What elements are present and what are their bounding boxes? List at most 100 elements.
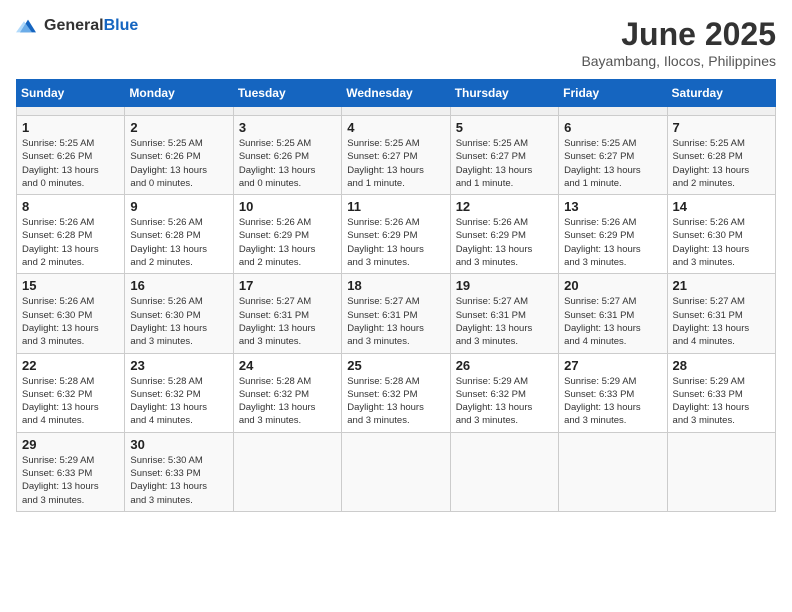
calendar-title: June 2025 [581, 16, 776, 53]
calendar-cell: 22Sunrise: 5:28 AM Sunset: 6:32 PM Dayli… [17, 353, 125, 432]
calendar-cell: 19Sunrise: 5:27 AM Sunset: 6:31 PM Dayli… [450, 274, 558, 353]
day-number: 29 [22, 437, 119, 452]
day-number: 13 [564, 199, 661, 214]
calendar-cell [450, 107, 558, 116]
calendar-cell: 14Sunrise: 5:26 AM Sunset: 6:30 PM Dayli… [667, 195, 775, 274]
calendar-cell [450, 432, 558, 511]
day-info: Sunrise: 5:26 AM Sunset: 6:28 PM Dayligh… [22, 216, 119, 269]
day-info: Sunrise: 5:29 AM Sunset: 6:33 PM Dayligh… [673, 375, 770, 428]
day-info: Sunrise: 5:25 AM Sunset: 6:26 PM Dayligh… [22, 137, 119, 190]
day-info: Sunrise: 5:27 AM Sunset: 6:31 PM Dayligh… [564, 295, 661, 348]
day-info: Sunrise: 5:25 AM Sunset: 6:27 PM Dayligh… [347, 137, 444, 190]
calendar-table: SundayMondayTuesdayWednesdayThursdayFrid… [16, 79, 776, 512]
calendar-cell: 23Sunrise: 5:28 AM Sunset: 6:32 PM Dayli… [125, 353, 233, 432]
day-info: Sunrise: 5:25 AM Sunset: 6:27 PM Dayligh… [456, 137, 553, 190]
calendar-body: 1 Sunrise: 5:25 AM Sunset: 6:26 PM Daylig… [17, 107, 776, 512]
calendar-cell [17, 107, 125, 116]
calendar-cell: 21Sunrise: 5:27 AM Sunset: 6:31 PM Dayli… [667, 274, 775, 353]
calendar-cell: 9 Sunrise: 5:26 AM Sunset: 6:28 PM Daylig… [125, 195, 233, 274]
day-info: Sunrise: 5:26 AM Sunset: 6:29 PM Dayligh… [347, 216, 444, 269]
day-number: 17 [239, 278, 336, 293]
header: GeneralBlue June 2025 Bayambang, Ilocos,… [16, 16, 776, 69]
day-number: 12 [456, 199, 553, 214]
day-info: Sunrise: 5:28 AM Sunset: 6:32 PM Dayligh… [239, 375, 336, 428]
calendar-cell: 27 Sunrise: 5:29 AM Sunset: 6:33 PM Dayli… [559, 353, 667, 432]
calendar-cell: 17 Sunrise: 5:27 AM Sunset: 6:31 PM Dayli… [233, 274, 341, 353]
calendar-cell: 15 Sunrise: 5:26 AM Sunset: 6:30 PM Dayli… [17, 274, 125, 353]
day-info: Sunrise: 5:26 AM Sunset: 6:29 PM Dayligh… [564, 216, 661, 269]
day-number: 10 [239, 199, 336, 214]
calendar-cell: 7 Sunrise: 5:25 AM Sunset: 6:28 PM Daylig… [667, 116, 775, 195]
day-info: Sunrise: 5:25 AM Sunset: 6:27 PM Dayligh… [564, 137, 661, 190]
weekday-header-saturday: Saturday [667, 80, 775, 107]
day-number: 7 [673, 120, 770, 135]
day-number: 14 [673, 199, 770, 214]
weekday-header-friday: Friday [559, 80, 667, 107]
weekday-header-tuesday: Tuesday [233, 80, 341, 107]
calendar-cell [342, 432, 450, 511]
calendar-cell [125, 107, 233, 116]
calendar-cell: 30Sunrise: 5:30 AM Sunset: 6:33 PM Dayli… [125, 432, 233, 511]
day-info: Sunrise: 5:25 AM Sunset: 6:28 PM Dayligh… [673, 137, 770, 190]
day-info: Sunrise: 5:26 AM Sunset: 6:28 PM Dayligh… [130, 216, 227, 269]
calendar-cell: 11 Sunrise: 5:26 AM Sunset: 6:29 PM Dayli… [342, 195, 450, 274]
calendar-week-3: 15 Sunrise: 5:26 AM Sunset: 6:30 PM Dayli… [17, 274, 776, 353]
day-number: 15 [22, 278, 119, 293]
logo: GeneralBlue [16, 16, 138, 36]
day-info: Sunrise: 5:25 AM Sunset: 6:26 PM Dayligh… [239, 137, 336, 190]
day-info: Sunrise: 5:27 AM Sunset: 6:31 PM Dayligh… [347, 295, 444, 348]
day-info: Sunrise: 5:27 AM Sunset: 6:31 PM Dayligh… [239, 295, 336, 348]
calendar-week-0 [17, 107, 776, 116]
calendar-cell: 20 Sunrise: 5:27 AM Sunset: 6:31 PM Dayli… [559, 274, 667, 353]
day-info: Sunrise: 5:27 AM Sunset: 6:31 PM Dayligh… [456, 295, 553, 348]
day-number: 23 [130, 358, 227, 373]
calendar-cell: 5 Sunrise: 5:25 AM Sunset: 6:27 PM Daylig… [450, 116, 558, 195]
day-number: 30 [130, 437, 227, 452]
calendar-cell: 13 Sunrise: 5:26 AM Sunset: 6:29 PM Dayli… [559, 195, 667, 274]
day-number: 5 [456, 120, 553, 135]
calendar-subtitle: Bayambang, Ilocos, Philippines [581, 53, 776, 69]
day-number: 6 [564, 120, 661, 135]
calendar-cell [559, 107, 667, 116]
calendar-cell [667, 107, 775, 116]
day-info: Sunrise: 5:26 AM Sunset: 6:29 PM Dayligh… [239, 216, 336, 269]
day-number: 26 [456, 358, 553, 373]
logo-blue: Blue [104, 17, 139, 34]
title-area: June 2025 Bayambang, Ilocos, Philippines [581, 16, 776, 69]
day-info: Sunrise: 5:26 AM Sunset: 6:30 PM Dayligh… [130, 295, 227, 348]
day-number: 1 [22, 120, 119, 135]
calendar-cell: 16Sunrise: 5:26 AM Sunset: 6:30 PM Dayli… [125, 274, 233, 353]
weekday-header-sunday: Sunday [17, 80, 125, 107]
weekday-header-thursday: Thursday [450, 80, 558, 107]
weekday-header-wednesday: Wednesday [342, 80, 450, 107]
day-number: 24 [239, 358, 336, 373]
calendar-cell: 2 Sunrise: 5:25 AM Sunset: 6:26 PM Daylig… [125, 116, 233, 195]
day-info: Sunrise: 5:29 AM Sunset: 6:33 PM Dayligh… [22, 454, 119, 507]
day-number: 11 [347, 199, 444, 214]
weekday-header-monday: Monday [125, 80, 233, 107]
calendar-cell: 25Sunrise: 5:28 AM Sunset: 6:32 PM Dayli… [342, 353, 450, 432]
calendar-cell: 18Sunrise: 5:27 AM Sunset: 6:31 PM Dayli… [342, 274, 450, 353]
calendar-week-4: 22Sunrise: 5:28 AM Sunset: 6:32 PM Dayli… [17, 353, 776, 432]
day-number: 9 [130, 199, 227, 214]
day-info: Sunrise: 5:28 AM Sunset: 6:32 PM Dayligh… [22, 375, 119, 428]
calendar-cell: 4Sunrise: 5:25 AM Sunset: 6:27 PM Daylig… [342, 116, 450, 195]
day-number: 27 [564, 358, 661, 373]
day-info: Sunrise: 5:27 AM Sunset: 6:31 PM Dayligh… [673, 295, 770, 348]
day-info: Sunrise: 5:29 AM Sunset: 6:32 PM Dayligh… [456, 375, 553, 428]
calendar-cell [559, 432, 667, 511]
calendar-cell: 8 Sunrise: 5:26 AM Sunset: 6:28 PM Daylig… [17, 195, 125, 274]
day-number: 20 [564, 278, 661, 293]
calendar-week-2: 8 Sunrise: 5:26 AM Sunset: 6:28 PM Daylig… [17, 195, 776, 274]
day-info: Sunrise: 5:29 AM Sunset: 6:33 PM Dayligh… [564, 375, 661, 428]
day-info: Sunrise: 5:26 AM Sunset: 6:30 PM Dayligh… [22, 295, 119, 348]
calendar-header-row: SundayMondayTuesdayWednesdayThursdayFrid… [17, 80, 776, 107]
calendar-cell [233, 432, 341, 511]
day-number: 3 [239, 120, 336, 135]
calendar-cell [233, 107, 341, 116]
day-number: 2 [130, 120, 227, 135]
calendar-cell: 1 Sunrise: 5:25 AM Sunset: 6:26 PM Daylig… [17, 116, 125, 195]
day-number: 8 [22, 199, 119, 214]
day-info: Sunrise: 5:25 AM Sunset: 6:26 PM Dayligh… [130, 137, 227, 190]
calendar-week-1: 1 Sunrise: 5:25 AM Sunset: 6:26 PM Daylig… [17, 116, 776, 195]
